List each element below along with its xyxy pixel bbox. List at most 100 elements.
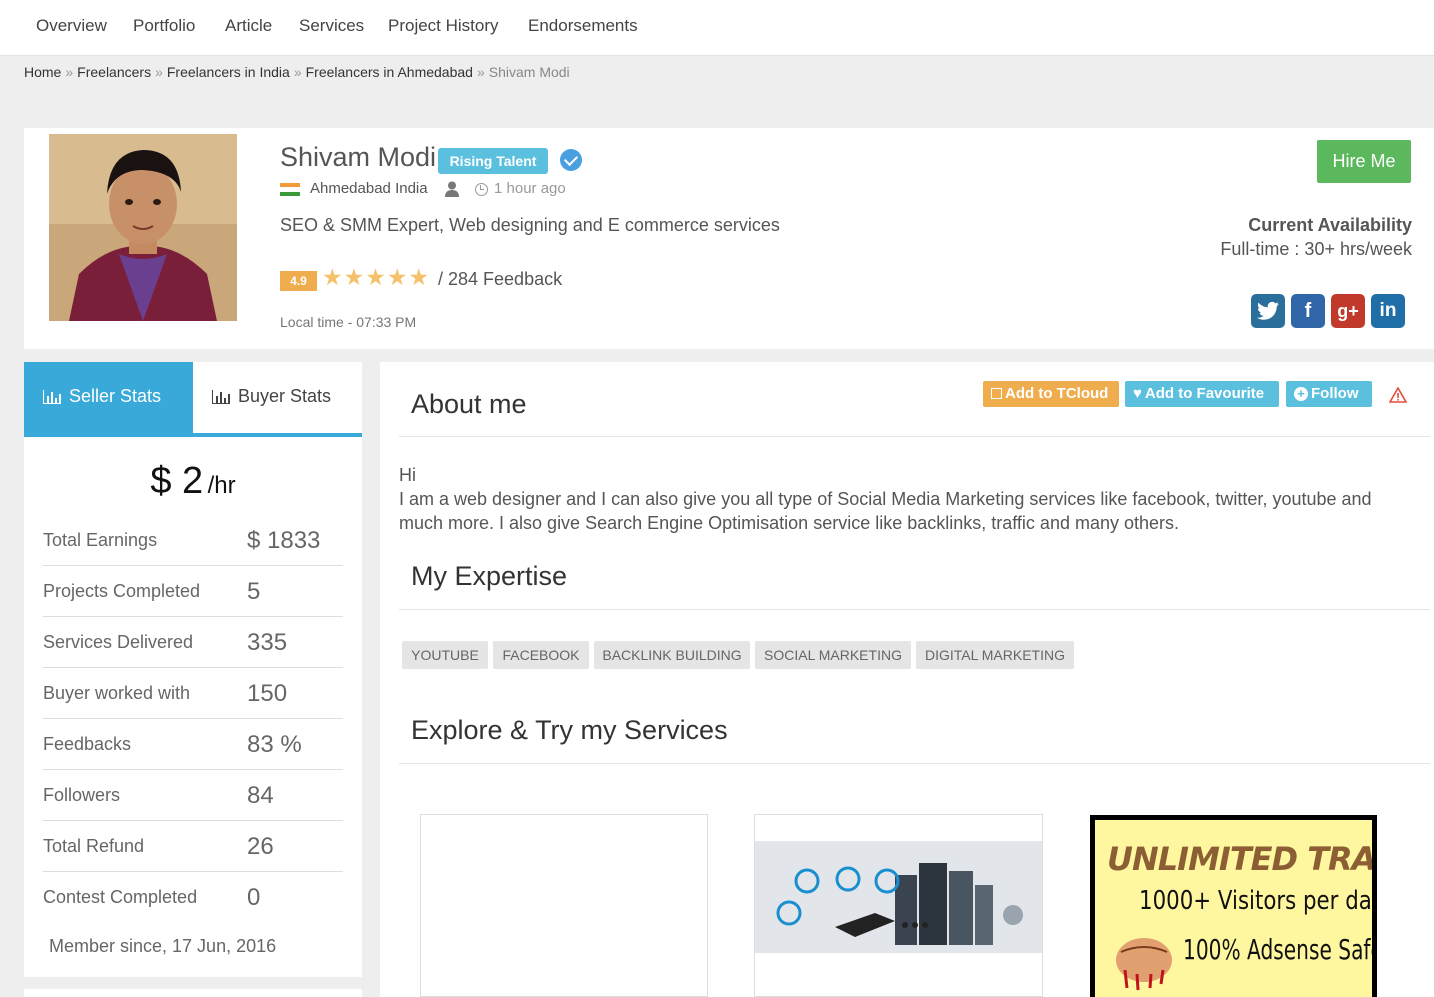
breadcrumb-india[interactable]: Freelancers in India xyxy=(167,64,290,80)
stat-row: Followers 84 xyxy=(43,770,343,821)
stat-row: Contest Completed 0 xyxy=(43,872,343,923)
skill-tag[interactable]: YOUTUBE xyxy=(402,641,488,669)
add-to-favourite-button[interactable]: ♥ Add to Favourite xyxy=(1125,381,1279,407)
stats-tabs: Seller Stats Buyer Stats xyxy=(24,362,362,437)
breadcrumb-separator: » xyxy=(293,64,302,80)
stat-label: Followers xyxy=(43,785,121,805)
linkedin-icon[interactable]: in xyxy=(1371,294,1405,328)
fist-icon xyxy=(1116,938,1172,991)
plus-square-icon xyxy=(991,388,1002,399)
heart-icon: ♥ xyxy=(1133,385,1142,402)
stat-label: Total Earnings xyxy=(43,530,158,550)
rising-talent-badge: Rising Talent xyxy=(438,148,548,174)
stat-value: 0 xyxy=(247,884,261,911)
report-warning-icon[interactable] xyxy=(1389,387,1407,403)
about-text: Hi I am a web designer and I can also gi… xyxy=(399,463,1399,535)
stat-label: Total Refund xyxy=(43,836,145,856)
skill-tag[interactable]: FACEBOOK xyxy=(493,641,589,669)
stat-row: Projects Completed 5 xyxy=(43,566,343,617)
about-greeting: Hi xyxy=(399,465,416,485)
profile-location: Ahmedabad India xyxy=(310,180,428,197)
service-image xyxy=(755,815,1042,979)
availability-title: Current Availability xyxy=(1248,215,1412,235)
local-time: Local time - 07:33 PM xyxy=(280,314,417,330)
expertise-title: My Expertise xyxy=(411,561,568,591)
profile-header: Shivam Modi Rising Talent Ahmedabad Indi… xyxy=(24,128,1434,349)
availability-value: Full-time : 30+ hrs/week xyxy=(1220,239,1412,259)
nav-services[interactable]: Services xyxy=(299,16,364,36)
stat-row: Feedbacks 83 % xyxy=(43,719,343,770)
profile-meta: Ahmedabad India 1 hour ago xyxy=(280,180,620,200)
service-card[interactable] xyxy=(420,814,708,997)
star-rating-icon: ★★★★★ xyxy=(322,264,431,290)
ad-line-1: 1000+ Visitors per day xyxy=(1139,886,1377,916)
skill-tag[interactable]: SOCIAL MARKETING xyxy=(755,641,911,669)
top-nav: Overview Portfolio Article Services Proj… xyxy=(0,0,1434,56)
divider xyxy=(399,609,1430,610)
stat-row: Total Refund 26 xyxy=(43,821,343,872)
rating-badge: 4.9 xyxy=(280,271,317,291)
profile-tagline: SEO & SMM Expert, Web designing and E co… xyxy=(280,215,780,235)
feedback-count[interactable]: / 284 Feedback xyxy=(438,269,562,290)
clock-icon xyxy=(475,183,488,196)
skill-tag[interactable]: DIGITAL MARKETING xyxy=(916,641,1074,669)
stat-value: 84 xyxy=(247,782,274,809)
nav-endorsements[interactable]: Endorsements xyxy=(528,16,638,36)
breadcrumb-home[interactable]: Home xyxy=(24,64,61,80)
stat-label: Contest Completed xyxy=(43,887,198,907)
ad-line-2: 100% Adsense Safe xyxy=(1183,933,1377,966)
google-plus-icon[interactable]: g+ xyxy=(1331,294,1365,328)
nav-overview[interactable]: Overview xyxy=(36,16,107,36)
hire-me-button[interactable]: Hire Me xyxy=(1317,140,1411,183)
about-title: About me xyxy=(411,389,527,419)
service-ad-banner[interactable]: UNLIMITED TRAFFIC 1000+ Visitors per day… xyxy=(1090,815,1377,997)
service-card[interactable] xyxy=(754,814,1043,997)
stat-value: 5 xyxy=(247,578,261,605)
tab-seller-label: Seller Stats xyxy=(69,386,162,406)
secondary-panel xyxy=(24,989,362,997)
stat-value: 83 % xyxy=(247,731,302,758)
nav-project-history[interactable]: Project History xyxy=(388,16,499,36)
stat-row: Buyer worked with 150 xyxy=(43,668,343,719)
twitter-icon[interactable] xyxy=(1251,294,1285,328)
ad-headline: UNLIMITED TRAFFIC xyxy=(1107,840,1376,878)
tab-seller-stats[interactable]: Seller Stats xyxy=(24,362,193,433)
member-since: Member since, 17 Jun, 2016 xyxy=(49,936,277,956)
about-body: I am a web designer and I can also give … xyxy=(399,489,1372,533)
breadcrumb-freelancers[interactable]: Freelancers xyxy=(77,64,151,80)
stat-label: Services Delivered xyxy=(43,632,194,652)
breadcrumb-separator: » xyxy=(155,64,163,80)
breadcrumb-ahmedabad[interactable]: Freelancers in Ahmedabad xyxy=(306,64,473,80)
tab-buyer-stats[interactable]: Buyer Stats xyxy=(193,362,362,433)
last-seen: 1 hour ago xyxy=(494,180,566,197)
india-flag-icon xyxy=(280,183,300,196)
stat-row: Total Earnings $ 1833 xyxy=(43,515,343,566)
hourly-rate: $ 2 /hr xyxy=(24,460,362,503)
plus-circle-icon: + xyxy=(1294,387,1308,401)
skill-tag[interactable]: BACKLINK BUILDING xyxy=(594,641,750,669)
facebook-icon[interactable]: f xyxy=(1291,294,1325,328)
nav-article[interactable]: Article xyxy=(225,16,272,36)
add-to-tcloud-label: Add to TCloud xyxy=(1005,385,1109,402)
bar-chart-icon xyxy=(212,390,230,404)
tab-buyer-label: Buyer Stats xyxy=(238,386,332,406)
breadcrumb-current: Shivam Modi xyxy=(488,64,570,80)
stat-value: 26 xyxy=(247,833,274,860)
stat-label: Buyer worked with xyxy=(43,683,191,703)
follow-label: Follow xyxy=(1311,385,1359,402)
add-to-tcloud-button[interactable]: Add to TCloud xyxy=(983,381,1119,407)
stat-value: 335 xyxy=(247,629,288,656)
services-title: Explore & Try my Services xyxy=(411,715,728,745)
main-content: About me Add to TCloud ♥ Add to Favourite… xyxy=(380,362,1434,997)
stat-label: Projects Completed xyxy=(43,581,201,601)
breadcrumb-separator: » xyxy=(65,64,74,80)
rate-amount: $ 2 xyxy=(150,460,204,502)
divider xyxy=(399,763,1430,764)
profile-photo xyxy=(49,134,237,321)
add-to-favourite-label: Add to Favourite xyxy=(1144,385,1265,402)
follow-button[interactable]: + Follow xyxy=(1286,381,1372,407)
nav-portfolio[interactable]: Portfolio xyxy=(133,16,195,36)
divider xyxy=(399,436,1430,437)
bar-chart-icon xyxy=(43,390,61,404)
rate-unit: /hr xyxy=(207,472,236,499)
